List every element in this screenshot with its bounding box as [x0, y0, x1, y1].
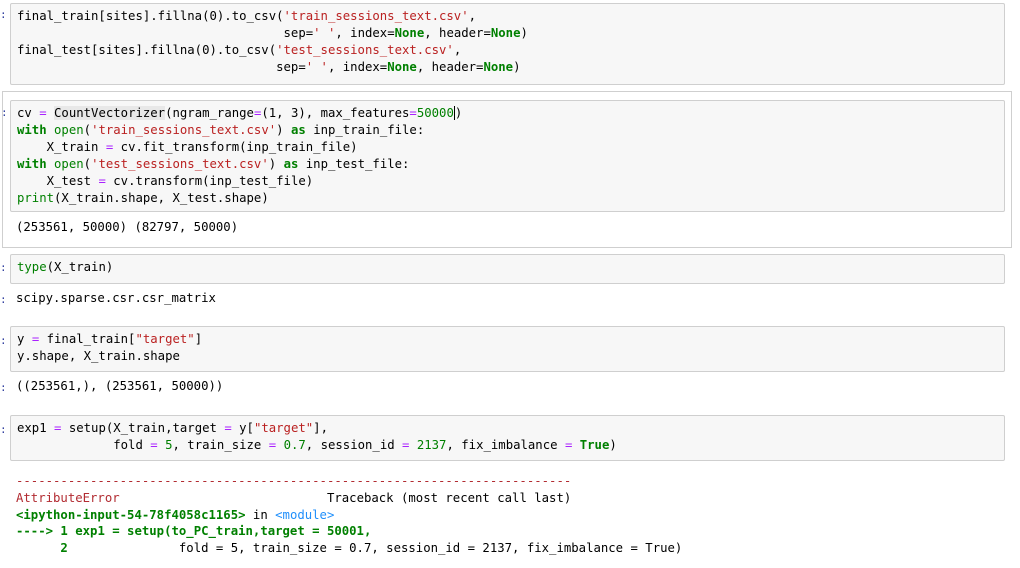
cell-prompt: :: [0, 261, 7, 274]
code-text-2: cv = CountVectorizer(ngram_range=(1, 3),…: [17, 106, 463, 205]
output-text-4: ((253561,), (253561, 50000)): [16, 379, 224, 393]
cell-output-2: (253561, 50000) (82797, 50000): [10, 215, 244, 240]
code-input-3[interactable]: type(X_train): [10, 254, 1005, 284]
cell-output-5-traceback: ----------------------------------------…: [10, 469, 688, 561]
code-text-5: exp1 = setup(X_train,target = y["target"…: [17, 421, 617, 452]
output-prompt: :: [0, 381, 7, 394]
cell-output-3: scipy.sparse.csr.csr_matrix: [10, 286, 222, 311]
code-input-1[interactable]: final_train[sites].fillna(0).to_csv('tra…: [10, 3, 1005, 85]
cell-prompt: :: [0, 8, 7, 21]
code-input-5[interactable]: exp1 = setup(X_train,target = y["target"…: [10, 415, 1005, 461]
cell-output-4: ((253561,), (253561, 50000)): [10, 374, 229, 399]
code-input-4[interactable]: y = final_train["target"] y.shape, X_tra…: [10, 326, 1005, 372]
code-text-4: y = final_train["target"] y.shape, X_tra…: [17, 332, 203, 363]
traceback-text: ----------------------------------------…: [16, 474, 683, 556]
code-cell-2-selected[interactable]: : cv = CountVectorizer(ngram_range=(1, 3…: [1, 91, 1012, 248]
code-input-2[interactable]: cv = CountVectorizer(ngram_range=(1, 3),…: [10, 100, 1005, 212]
error-type: AttributeError: [16, 490, 120, 505]
output-prompt: :: [0, 293, 7, 306]
output-text-3: scipy.sparse.csr.csr_matrix: [16, 291, 216, 305]
output-text-2: (253561, 50000) (82797, 50000): [16, 220, 239, 234]
code-text-1: final_train[sites].fillna(0).to_csv('tra…: [17, 9, 528, 74]
cell-prompt: :: [0, 334, 7, 347]
code-text-3: type(X_train): [17, 260, 114, 274]
text-cursor: ): [453, 106, 463, 120]
cell-prompt: :: [0, 423, 7, 436]
